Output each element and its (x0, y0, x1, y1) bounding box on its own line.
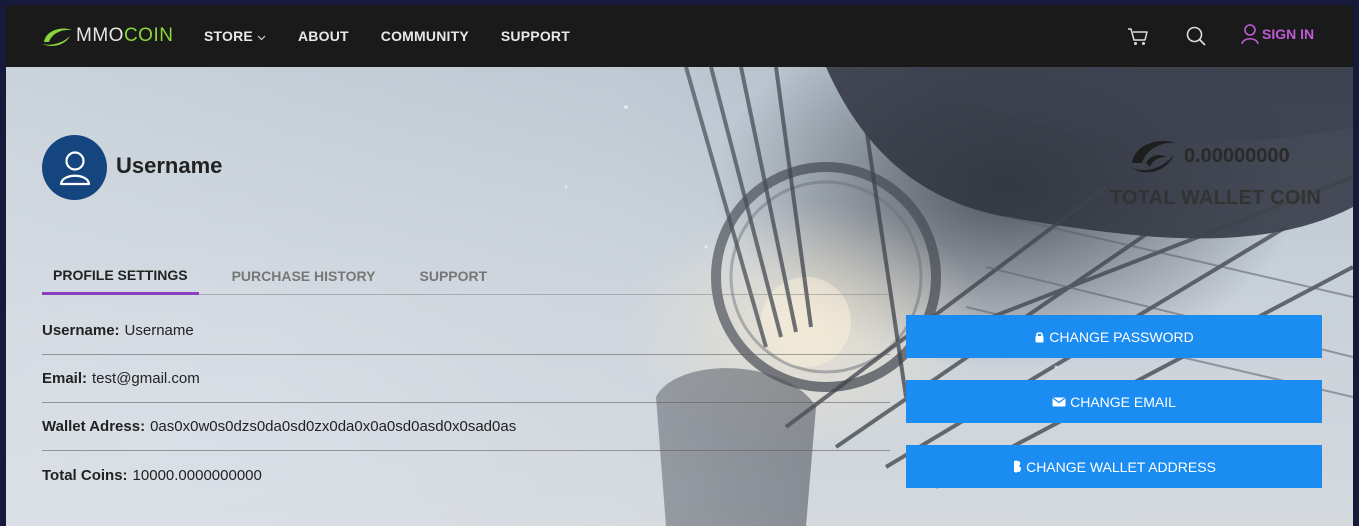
brand-logo[interactable]: MMOCOIN (40, 22, 173, 50)
info-value: 0as0x0w0s0dzs0da0sd0zx0da0x0a0sd0asd0x0s… (150, 418, 517, 435)
profile-hero: Username 0.00000000 TOTAL WALLET COIN PR… (6, 67, 1353, 526)
chevron-down-icon (257, 28, 266, 44)
nav-about-label: ABOUT (297, 28, 349, 44)
tab-profile-settings[interactable]: PROFILE SETTINGS (42, 257, 199, 295)
change-email-button[interactable]: CHANGE EMAIL (906, 380, 1322, 423)
info-row-username: Username: Username (42, 307, 890, 355)
wallet-label: TOTAL WALLET COIN (1109, 187, 1321, 209)
change-password-button[interactable]: CHANGE PASSWORD (906, 315, 1322, 358)
cart-icon[interactable] (1124, 22, 1152, 50)
info-value: test@gmail.com (92, 370, 200, 387)
info-row-email: Email: test@gmail.com (42, 355, 890, 403)
info-label: Wallet Adress: (42, 418, 146, 435)
tab-purchase-history[interactable]: PURCHASE HISTORY (221, 257, 387, 295)
sign-in-label: SIGN IN (1262, 26, 1315, 42)
nav-store-label: STORE (204, 28, 253, 44)
app-frame: MMOCOIN STORE ABOUT COMMUNITY SUPPORT SI… (6, 5, 1353, 526)
sign-in-link[interactable]: SIGN IN (1240, 23, 1314, 45)
profile-username: Username (116, 153, 223, 178)
lock-icon (1035, 331, 1044, 342)
coin-logo-icon (1130, 141, 1176, 173)
search-icon[interactable] (1182, 22, 1210, 50)
nav-community[interactable]: COMMUNITY (381, 28, 469, 44)
info-value: 10000.0000000000 (132, 466, 262, 484)
change-password-label: CHANGE PASSWORD (1049, 328, 1194, 345)
info-label: Username: (42, 322, 120, 339)
info-label: Total Coins: (42, 466, 128, 484)
envelope-icon (1052, 397, 1066, 406)
info-label: Email: (42, 370, 88, 387)
bitcoin-icon (1014, 460, 1022, 473)
info-value: Username (124, 322, 194, 339)
nav-links: STORE ABOUT COMMUNITY SUPPORT (204, 5, 602, 67)
wallet-amount: 0.00000000 (1184, 144, 1290, 167)
account-actions: CHANGE PASSWORD CHANGE EMAIL CHANGE WALL… (906, 315, 1322, 510)
logo-text: MMOCOIN (76, 25, 174, 46)
profile-info-list: Username: Username Email: test@gmail.com… (42, 307, 890, 499)
info-row-total-coins: Total Coins: 10000.0000000000 (42, 451, 890, 499)
user-icon (1241, 24, 1259, 45)
avatar[interactable] (42, 135, 107, 200)
top-navbar: MMOCOIN STORE ABOUT COMMUNITY SUPPORT SI… (6, 5, 1353, 67)
nav-about[interactable]: ABOUT (298, 28, 349, 44)
nav-support[interactable]: SUPPORT (501, 28, 570, 44)
change-wallet-address-button[interactable]: CHANGE WALLET ADDRESS (906, 445, 1322, 488)
user-avatar-icon (59, 150, 90, 185)
wallet-balance: 0.00000000 (1126, 133, 1290, 179)
change-email-label: CHANGE EMAIL (1070, 393, 1176, 410)
nav-store[interactable]: STORE (204, 28, 266, 44)
profile-tabs: PROFILE SETTINGS PURCHASE HISTORY SUPPOR… (42, 257, 890, 295)
info-row-wallet-address: Wallet Adress: 0as0x0w0s0dzs0da0sd0zx0da… (42, 403, 890, 451)
logo-swoosh-icon (42, 28, 72, 47)
change-wallet-address-label: CHANGE WALLET ADDRESS (1026, 458, 1216, 475)
nav-support-label: SUPPORT (500, 28, 570, 44)
tab-support[interactable]: SUPPORT (409, 257, 499, 295)
nav-community-label: COMMUNITY (380, 28, 469, 44)
